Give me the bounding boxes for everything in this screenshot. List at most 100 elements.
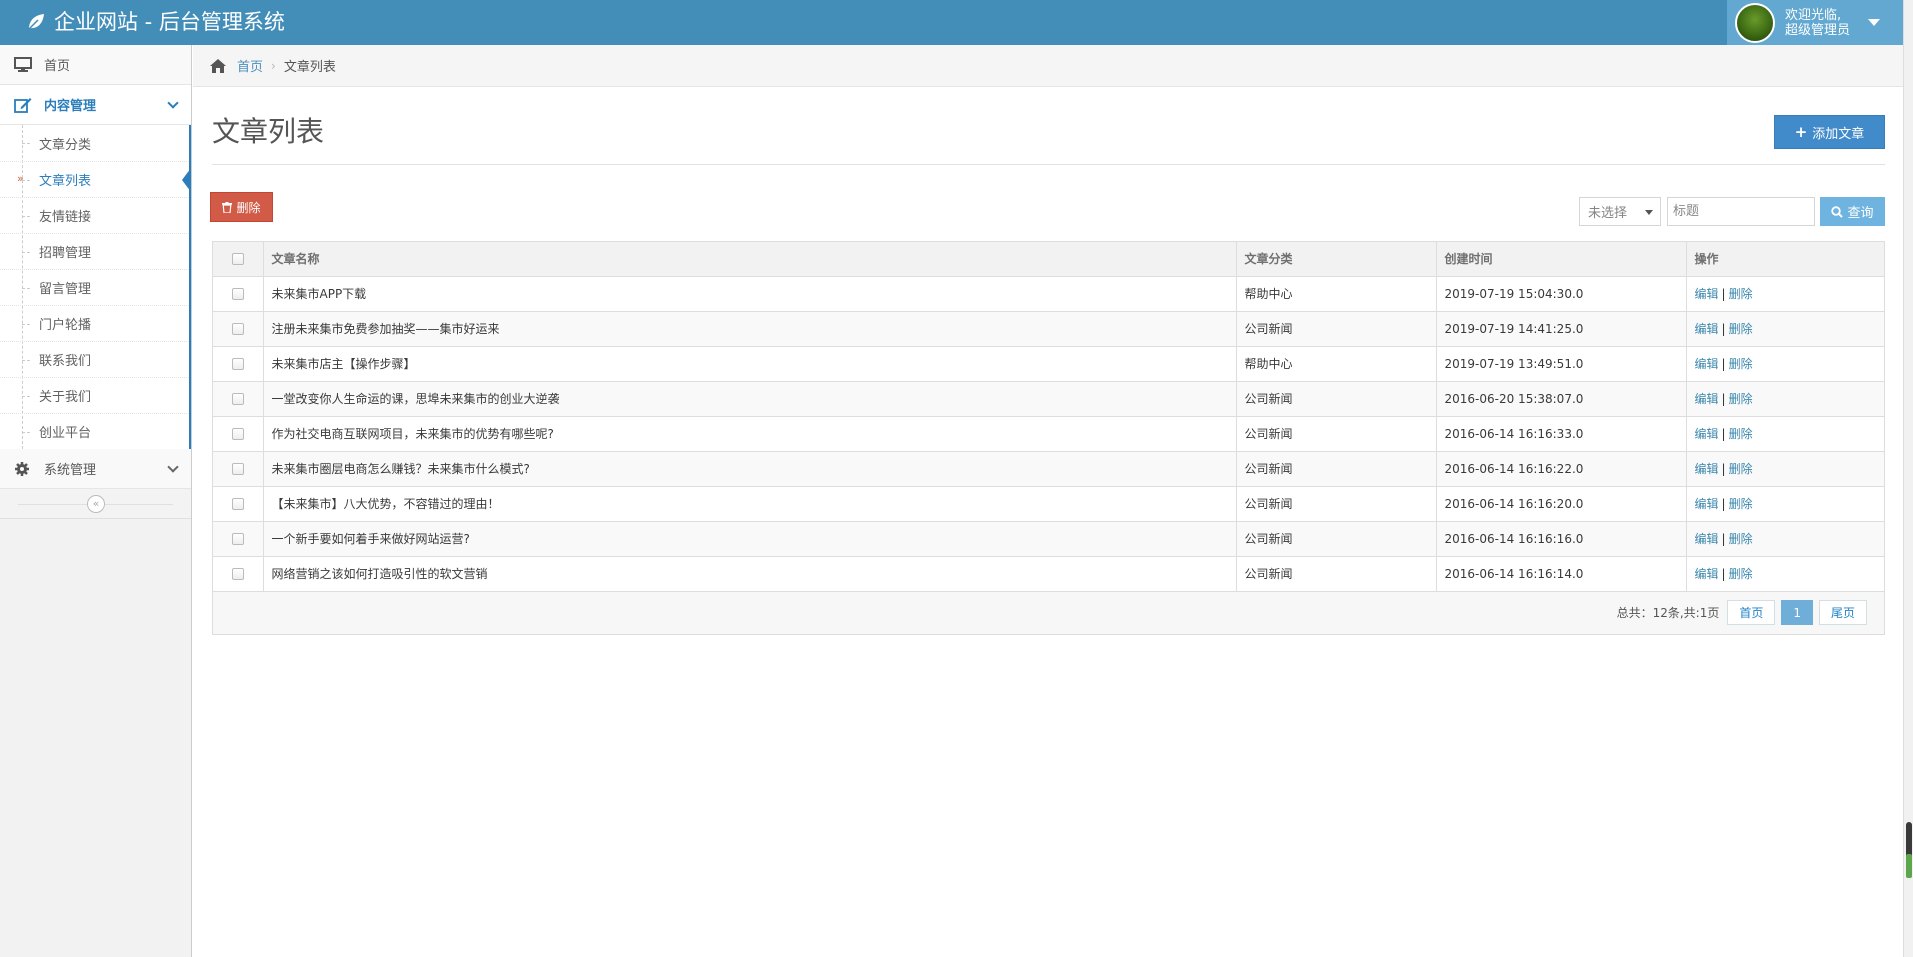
row-checkbox[interactable] [231, 358, 244, 370]
active-pointer [182, 168, 191, 192]
breadcrumb-home-link[interactable]: 首页 [237, 56, 263, 75]
column-header-created[interactable]: 创建时间 [1436, 242, 1687, 277]
sidebar-item-system[interactable]: 系统管理 [0, 449, 191, 489]
double-angle-left-icon[interactable]: « [87, 495, 105, 513]
header-divider [212, 164, 1885, 165]
add-article-button[interactable]: + 添加文章 [1774, 115, 1885, 149]
edit-link[interactable]: 编辑 [1695, 532, 1719, 546]
sidebar-item-friend-links[interactable]: 友情链接 [0, 197, 189, 233]
edit-link[interactable]: 编辑 [1695, 567, 1719, 581]
row-checkbox[interactable] [231, 498, 244, 510]
sidebar-item-label: 招聘管理 [39, 246, 92, 261]
action-separator: | [1721, 357, 1726, 371]
article-category: 帮助中心 [1236, 276, 1437, 312]
article-created: 2016-06-14 16:16:16.0 [1436, 521, 1687, 557]
add-article-label: 添加文章 [1812, 126, 1865, 142]
row-checkbox-cell [213, 451, 264, 487]
column-header-category[interactable]: 文章分类 [1236, 242, 1437, 277]
delete-link[interactable]: 删除 [1729, 462, 1753, 476]
delete-link[interactable]: 删除 [1729, 427, 1753, 441]
first-page-button[interactable]: 首页 [1727, 600, 1776, 625]
scrollbar[interactable] [1903, 0, 1913, 957]
row-checkbox-cell [213, 346, 264, 382]
delete-link[interactable]: 删除 [1729, 392, 1753, 406]
row-checkbox[interactable] [231, 288, 244, 300]
table-header-row: 文章名称 文章分类 创建时间 操作 [213, 242, 1884, 277]
delete-link[interactable]: 删除 [1729, 532, 1753, 546]
caret-down-icon[interactable] [1868, 19, 1881, 26]
sidebar-item-about[interactable]: 关于我们 [0, 377, 189, 413]
row-checkbox-cell [213, 276, 264, 312]
sidebar-item-label: 系统管理 [44, 463, 97, 478]
edit-link[interactable]: 编辑 [1695, 322, 1719, 336]
content-submenu: 文章分类 » 文章列表 友情链接 招聘管理 留言管理 门户轮播 联系我们 关于我… [0, 125, 191, 449]
action-separator: | [1721, 567, 1726, 581]
table-row: 注册未来集市免费参加抽奖——集市好运来 公司新闻 2019-07-19 14:41:… [213, 311, 1884, 347]
row-checkbox[interactable] [231, 533, 244, 545]
breadcrumb-current: 文章列表 [283, 60, 336, 75]
sidebar-item-startup[interactable]: 创业平台 [0, 413, 189, 449]
column-header-name[interactable]: 文章名称 [263, 242, 1237, 277]
table-row: 【未来集市】八大优势，不容错过的理由！ 公司新闻 2016-06-14 16:16:… [213, 486, 1884, 522]
edit-link[interactable]: 编辑 [1695, 462, 1719, 476]
article-category: 公司新闻 [1236, 521, 1437, 557]
delete-link[interactable]: 删除 [1729, 322, 1753, 336]
select-all-checkbox[interactable] [231, 253, 244, 266]
double-angle-right-icon: » [17, 172, 24, 185]
category-select[interactable]: 未选择 [1579, 197, 1661, 226]
user-menu[interactable]: 欢迎光临, 超级管理员 [1727, 0, 1903, 45]
action-separator: | [1721, 322, 1726, 336]
edit-link[interactable]: 编辑 [1695, 287, 1719, 301]
edit-link[interactable]: 编辑 [1695, 392, 1719, 406]
sidebar-item-recruitment[interactable]: 招聘管理 [0, 233, 189, 269]
delete-link[interactable]: 删除 [1729, 567, 1753, 581]
article-created: 2019-07-19 14:41:25.0 [1436, 311, 1687, 347]
desktop-icon [14, 57, 32, 72]
leaf-icon [28, 14, 44, 30]
delete-link[interactable]: 删除 [1729, 497, 1753, 511]
bulk-delete-label: 删除 [236, 200, 261, 215]
bulk-delete-button[interactable]: 删除 [210, 192, 273, 222]
sidebar-item-home[interactable]: 首页 [0, 45, 191, 85]
action-separator: | [1721, 392, 1726, 406]
sidebar-item-content[interactable]: 内容管理 [0, 85, 191, 125]
row-checkbox[interactable] [231, 428, 244, 440]
sidebar-item-messages[interactable]: 留言管理 [0, 269, 189, 305]
last-page-button[interactable]: 尾页 [1818, 600, 1867, 625]
sidebar-item-article-list[interactable]: » 文章列表 [0, 161, 191, 197]
chevron-down-icon [167, 461, 179, 473]
plus-icon: + [1794, 123, 1808, 141]
row-checkbox-cell [213, 486, 264, 522]
breadcrumb: 首页 › 文章列表 [193, 45, 1903, 87]
sidebar: 首页 内容管理 文章分类 » 文章列表 友情链接 招聘管理 留言管理 门户轮播 … [0, 45, 192, 957]
sidebar-item-carousel[interactable]: 门户轮播 [0, 305, 189, 341]
user-welcome: 欢迎光临, [1785, 7, 1842, 23]
delete-link[interactable]: 删除 [1729, 287, 1753, 301]
article-name: 网络营销之该如何打造吸引性的软文营销 [263, 556, 1237, 592]
row-checkbox[interactable] [231, 568, 244, 580]
article-category: 公司新闻 [1236, 381, 1437, 417]
row-checkbox[interactable] [231, 323, 244, 335]
edit-link[interactable]: 编辑 [1695, 427, 1719, 441]
article-name: 一个新手要如何着手来做好网站运营? [263, 521, 1237, 557]
caret-down-icon [1645, 210, 1653, 215]
article-category: 公司新闻 [1236, 556, 1437, 592]
avatar[interactable] [1735, 2, 1775, 43]
brand[interactable]: 企业网站 - 后台管理系统 [26, 8, 285, 36]
row-checkbox[interactable] [231, 393, 244, 405]
delete-link[interactable]: 删除 [1729, 357, 1753, 371]
sidebar-item-article-category[interactable]: 文章分类 [0, 125, 189, 161]
sidebar-item-contact[interactable]: 联系我们 [0, 341, 189, 377]
article-created: 2016-06-14 16:16:33.0 [1436, 416, 1687, 452]
current-page-button[interactable]: 1 [1781, 600, 1813, 625]
title-search-input[interactable] [1667, 197, 1815, 226]
sidebar-collapse: « [0, 489, 191, 519]
table-row: 未来集市圈层电商怎么赚钱？未来集市什么模式? 公司新闻 2016-06-14 16:… [213, 451, 1884, 487]
edit-link[interactable]: 编辑 [1695, 357, 1719, 371]
article-name: 【未来集市】八大优势，不容错过的理由！ [263, 486, 1237, 522]
edit-link[interactable]: 编辑 [1695, 497, 1719, 511]
article-created: 2019-07-19 15:04:30.0 [1436, 276, 1687, 312]
search-button[interactable]: 查询 [1820, 197, 1885, 226]
select-all-cell [213, 242, 264, 277]
row-checkbox[interactable] [231, 463, 244, 475]
